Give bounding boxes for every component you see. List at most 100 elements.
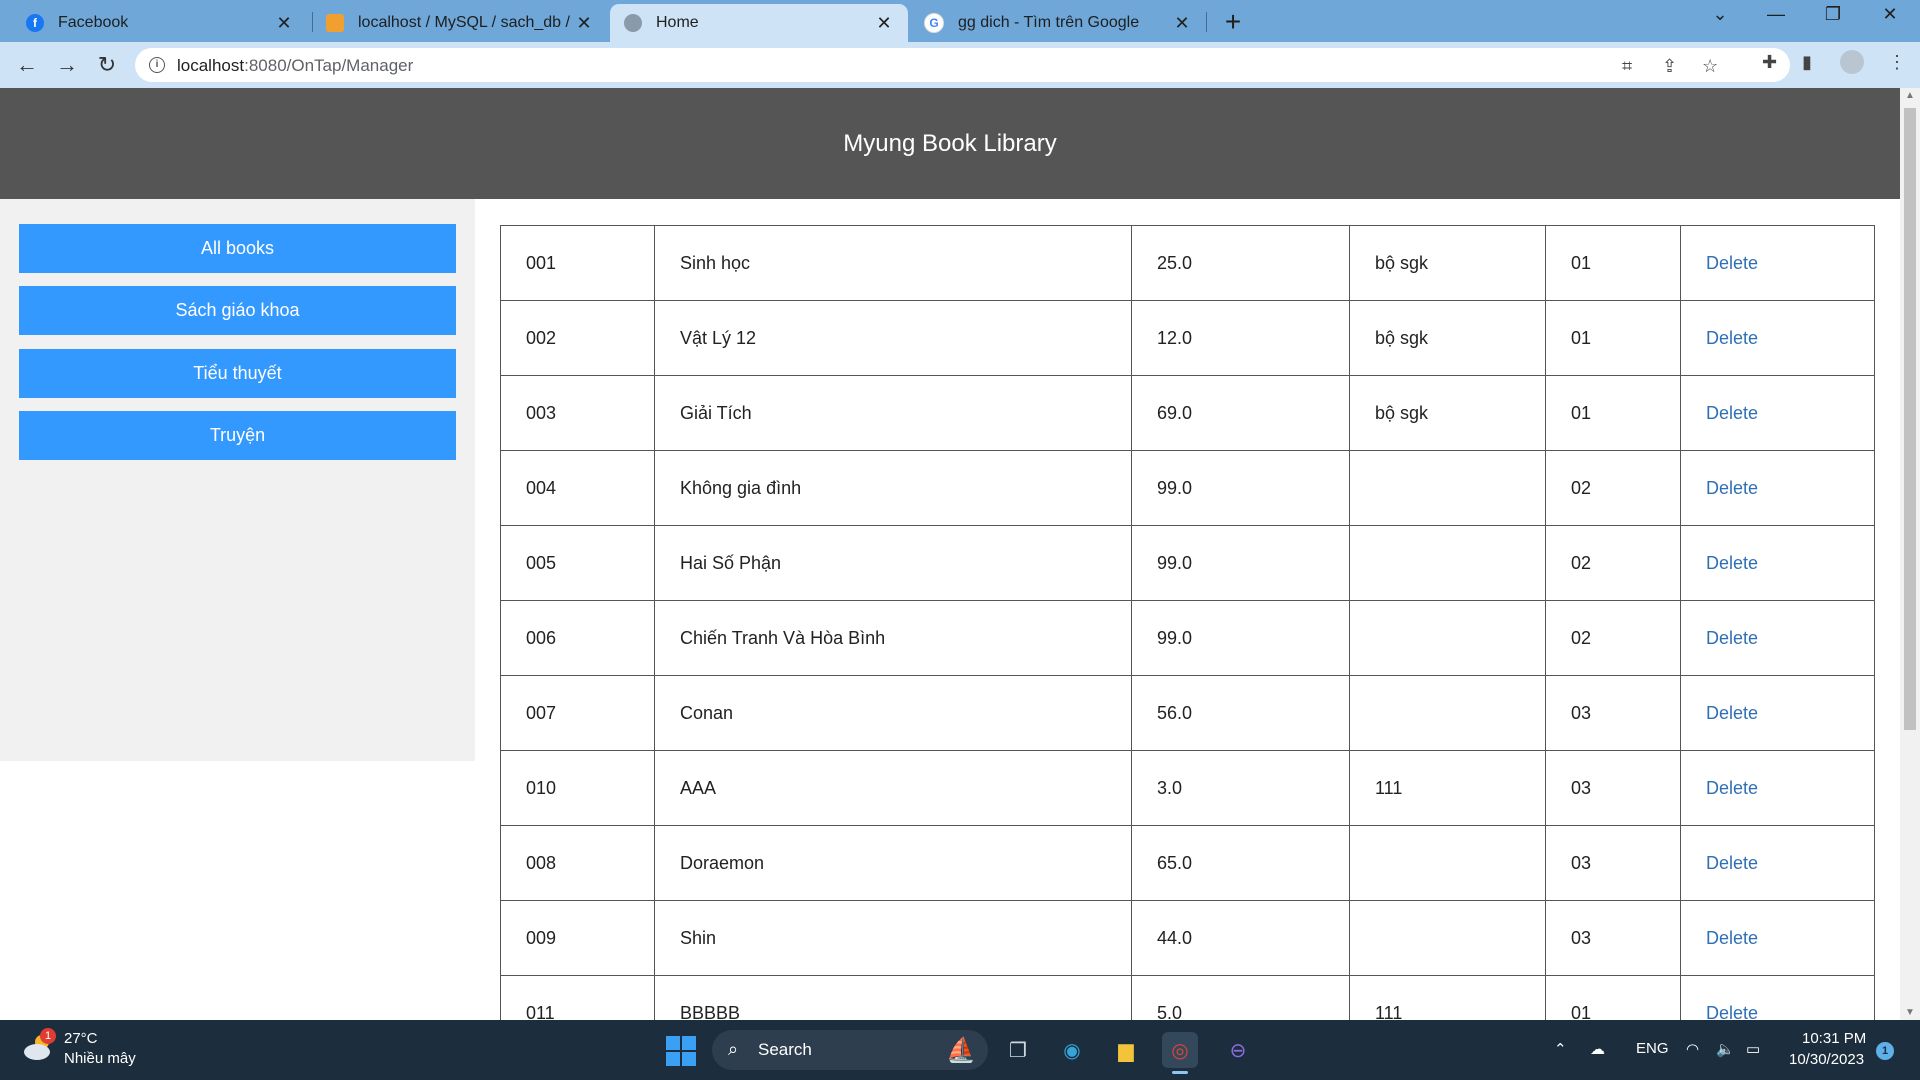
side-panel-icon[interactable]: ▮ <box>1802 52 1812 73</box>
url-host: localhost <box>177 56 245 75</box>
tab-search-icon[interactable]: ⌄ <box>1700 4 1740 25</box>
cell-book-id: 008 <box>500 825 655 901</box>
cell-book-category: 02 <box>1545 450 1681 526</box>
weather-condition[interactable]: Nhiều mây <box>64 1050 136 1067</box>
task-view-icon[interactable]: ❐ <box>1000 1032 1036 1068</box>
sidebar-item-all-books[interactable]: All books <box>19 224 456 273</box>
cell-book-category: 01 <box>1545 375 1681 451</box>
translate-icon[interactable]: ⌗ <box>1622 56 1632 77</box>
cell-book-note: 111 <box>1349 750 1546 826</box>
page-header: Myung Book Library <box>0 88 1900 199</box>
cell-book-id: 009 <box>500 900 655 976</box>
close-window-button[interactable]: ✕ <box>1870 4 1910 25</box>
tab-home[interactable]: Home ✕ <box>610 4 908 42</box>
back-button[interactable]: ← <box>12 50 42 80</box>
table-row: 004 Không gia đình 99.0 02 Delete <box>500 450 1875 526</box>
tab-facebook[interactable]: f Facebook ✕ <box>12 4 308 42</box>
close-icon[interactable]: ✕ <box>574 13 594 34</box>
notification-badge[interactable]: 1 <box>1876 1042 1894 1060</box>
eclipse-icon[interactable]: ⊖ <box>1220 1032 1256 1068</box>
cell-book-note <box>1349 525 1546 601</box>
cell-book-name: Giải Tích <box>654 375 1132 451</box>
bookmark-star-icon[interactable]: ☆ <box>1702 56 1718 77</box>
delete-link[interactable]: Delete <box>1680 675 1875 751</box>
edge-icon[interactable]: ◉ <box>1054 1032 1090 1068</box>
page-title: Myung Book Library <box>843 129 1057 157</box>
tab-phpmyadmin[interactable]: localhost / MySQL / sach_db / b ✕ <box>312 4 608 42</box>
delete-link[interactable]: Delete <box>1680 900 1875 976</box>
table-row: 006 Chiến Tranh Và Hòa Bình 99.0 02 Delete <box>500 600 1875 676</box>
sidebar-item-textbooks[interactable]: Sách giáo khoa <box>19 286 456 335</box>
table-row: 005 Hai Số Phận 99.0 02 Delete <box>500 525 1875 601</box>
cell-book-name: BBBBB <box>654 975 1132 1020</box>
cell-book-name: Vật Lý 12 <box>654 300 1132 376</box>
table-row: 001 Sinh học 25.0 bộ sgk 01 Delete <box>500 225 1875 301</box>
scroll-down-icon[interactable]: ▼ <box>1900 1007 1920 1018</box>
page-scrollbar[interactable]: ▲ ▼ <box>1900 88 1920 1020</box>
delete-link[interactable]: Delete <box>1680 600 1875 676</box>
delete-link[interactable]: Delete <box>1680 525 1875 601</box>
sidebar-item-novels[interactable]: Tiểu thuyết <box>19 349 456 398</box>
address-bar[interactable]: i localhost:8080/OnTap/Manager ⌗ ⇪ ☆ <box>135 48 1790 82</box>
minimize-button[interactable]: — <box>1756 4 1796 25</box>
start-button[interactable] <box>666 1036 696 1066</box>
scroll-up-icon[interactable]: ▲ <box>1900 90 1920 101</box>
books-table-container: 001 Sinh học 25.0 bộ sgk 01 Delete 002 Vật Lý 1… <box>500 225 1875 1020</box>
language-indicator[interactable]: ENG <box>1636 1040 1669 1057</box>
extensions-icon[interactable]: ✚ <box>1762 52 1777 73</box>
cell-book-category: 03 <box>1545 675 1681 751</box>
cell-book-name: Sinh học <box>654 225 1132 301</box>
site-info-icon[interactable]: i <box>149 57 165 73</box>
delete-link[interactable]: Delete <box>1680 450 1875 526</box>
menu-kebab-icon[interactable]: ⋮ <box>1888 52 1906 73</box>
profile-avatar[interactable] <box>1840 50 1864 74</box>
tab-google[interactable]: G gg dich - Tìm trên Google ✕ <box>910 4 1206 42</box>
file-explorer-icon[interactable]: ▆ <box>1108 1032 1144 1068</box>
chrome-icon[interactable]: ◎ <box>1162 1032 1198 1074</box>
cell-book-name: Doraemon <box>654 825 1132 901</box>
table-row: 011 BBBBB 5.0 111 01 Delete <box>500 975 1875 1020</box>
forward-button[interactable]: → <box>52 50 82 80</box>
web-page: Myung Book Library All books Sách giáo k… <box>0 88 1900 1020</box>
close-icon[interactable]: ✕ <box>874 13 894 34</box>
cell-book-name: Chiến Tranh Và Hòa Bình <box>654 600 1132 676</box>
delete-link[interactable]: Delete <box>1680 750 1875 826</box>
cell-book-price: 56.0 <box>1131 675 1350 751</box>
cell-book-note <box>1349 900 1546 976</box>
show-hidden-icons-icon[interactable]: ⌃ <box>1554 1040 1567 1058</box>
cell-book-name: Không gia đình <box>654 450 1132 526</box>
table-row: 009 Shin 44.0 03 Delete <box>500 900 1875 976</box>
cell-book-note <box>1349 675 1546 751</box>
cell-book-note: bộ sgk <box>1349 225 1546 301</box>
cell-book-name: Shin <box>654 900 1132 976</box>
cell-book-id: 006 <box>500 600 655 676</box>
battery-icon[interactable]: ▭ <box>1746 1040 1760 1058</box>
taskbar-search[interactable]: ⌕ Search ⛵ <box>712 1030 988 1070</box>
delete-link[interactable]: Delete <box>1680 825 1875 901</box>
cell-book-id: 001 <box>500 225 655 301</box>
wifi-icon[interactable]: ◠ <box>1686 1040 1699 1058</box>
delete-link[interactable]: Delete <box>1680 300 1875 376</box>
new-tab-button[interactable]: + <box>1218 6 1248 38</box>
cell-book-category: 03 <box>1545 825 1681 901</box>
clock-date[interactable]: 10/30/2023 <box>1789 1051 1864 1068</box>
close-icon[interactable]: ✕ <box>274 13 294 34</box>
cell-book-price: 99.0 <box>1131 525 1350 601</box>
cell-book-price: 12.0 <box>1131 300 1350 376</box>
share-icon[interactable]: ⇪ <box>1662 56 1677 77</box>
restore-button[interactable]: ❐ <box>1813 4 1853 25</box>
reload-button[interactable]: ↻ <box>92 50 122 80</box>
cell-book-price: 99.0 <box>1131 450 1350 526</box>
close-icon[interactable]: ✕ <box>1172 13 1192 34</box>
cell-book-category: 01 <box>1545 975 1681 1020</box>
weather-temperature[interactable]: 27°C <box>64 1030 98 1047</box>
sidebar-item-comics[interactable]: Truyện <box>19 411 456 460</box>
scrollbar-thumb[interactable] <box>1904 108 1916 730</box>
clock-time[interactable]: 10:31 PM <box>1802 1030 1866 1047</box>
delete-link[interactable]: Delete <box>1680 375 1875 451</box>
onedrive-icon[interactable]: ☁ <box>1590 1040 1605 1058</box>
volume-icon[interactable]: 🔈 <box>1716 1040 1735 1058</box>
delete-link[interactable]: Delete <box>1680 975 1875 1020</box>
delete-link[interactable]: Delete <box>1680 225 1875 301</box>
cell-book-price: 25.0 <box>1131 225 1350 301</box>
